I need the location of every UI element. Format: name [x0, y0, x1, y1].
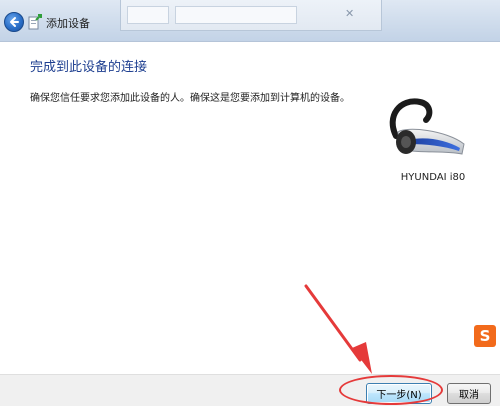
background-window: ✕ — [120, 0, 382, 31]
background-nav-field — [127, 6, 169, 24]
background-clear-icon: ✕ — [345, 7, 355, 20]
cancel-button[interactable]: 取消 — [447, 383, 491, 404]
bluetooth-headset-icon — [389, 98, 465, 155]
title-bar: ✕ 添加设备 — [0, 0, 500, 42]
device-name: HYUNDAI i80 — [400, 172, 466, 183]
back-arrow-icon — [10, 17, 19, 27]
add-device-icon — [28, 14, 42, 30]
background-search-field — [175, 6, 297, 24]
window-title: 添加设备 — [46, 17, 90, 30]
page-heading: 完成到此设备的连接 — [30, 60, 148, 75]
page-description: 确保您信任要求您添加此设备的人。确保这是您要添加到计算机的设备。 — [30, 93, 350, 104]
back-button[interactable] — [4, 12, 24, 32]
watermark-logo: S — [474, 325, 496, 347]
annotation-ellipse — [339, 375, 443, 405]
